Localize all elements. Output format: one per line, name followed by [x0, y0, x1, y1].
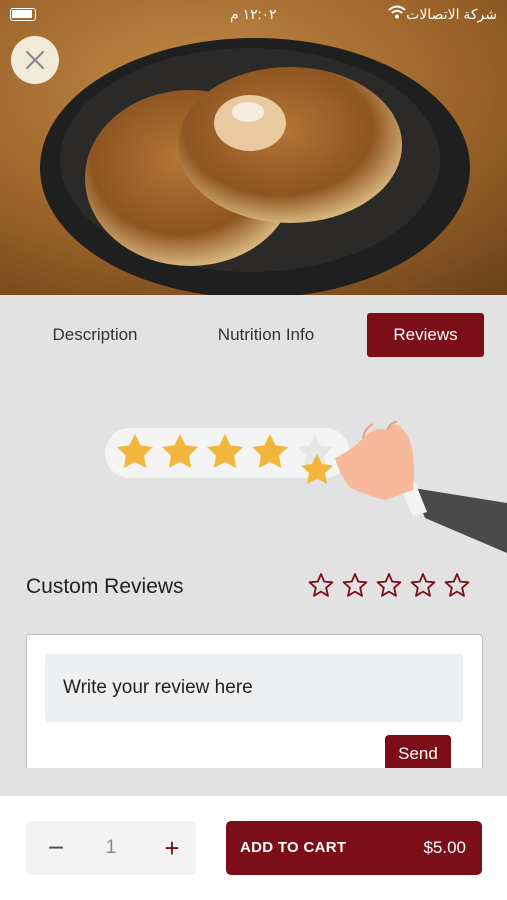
- quantity-stepper: − 1 +: [26, 821, 196, 875]
- add-to-cart-button[interactable]: ADD TO CART $5.00: [226, 821, 482, 875]
- close-button[interactable]: [11, 36, 59, 84]
- product-tabs: Description Nutrition Info Reviews: [0, 295, 507, 373]
- tab-description[interactable]: Description: [30, 313, 160, 357]
- status-bar: ١٢:٠٢ م شركة الاتصالات: [0, 0, 507, 30]
- rating-star-4-icon[interactable]: [410, 572, 436, 598]
- battery-icon: [10, 8, 36, 21]
- rating-star-5-icon[interactable]: [444, 572, 470, 598]
- add-to-cart-label: ADD TO CART: [240, 839, 347, 856]
- decrease-quantity-button[interactable]: −: [38, 821, 74, 875]
- rating-star-3-icon[interactable]: [376, 572, 402, 598]
- rating-input: [308, 572, 470, 598]
- quantity-value: 1: [105, 837, 117, 858]
- review-input[interactable]: [45, 654, 463, 722]
- rating-illustration: [105, 421, 507, 553]
- review-form: Send: [26, 634, 483, 776]
- bottom-cart-bar: − 1 + ADD TO CART $5.00: [0, 796, 507, 900]
- tab-nutrition-info[interactable]: Nutrition Info: [196, 313, 336, 357]
- cart-price: $5.00: [423, 838, 466, 857]
- rating-star-1-icon[interactable]: [308, 572, 334, 598]
- increase-quantity-button[interactable]: +: [154, 821, 190, 875]
- status-time: ١٢:٠٢ م: [230, 6, 277, 22]
- pancakes-photo: [0, 0, 507, 295]
- tab-reviews[interactable]: Reviews: [367, 313, 484, 357]
- rating-star-2-icon[interactable]: [342, 572, 368, 598]
- close-icon: [25, 50, 45, 70]
- scroll-cutoff: [0, 768, 507, 796]
- custom-reviews-title: Custom Reviews: [26, 575, 184, 598]
- hero-food-image: ١٢:٠٢ م شركة الاتصالات: [0, 0, 507, 295]
- status-carrier: شركة الاتصالات: [406, 6, 497, 22]
- wifi-icon: [388, 5, 406, 19]
